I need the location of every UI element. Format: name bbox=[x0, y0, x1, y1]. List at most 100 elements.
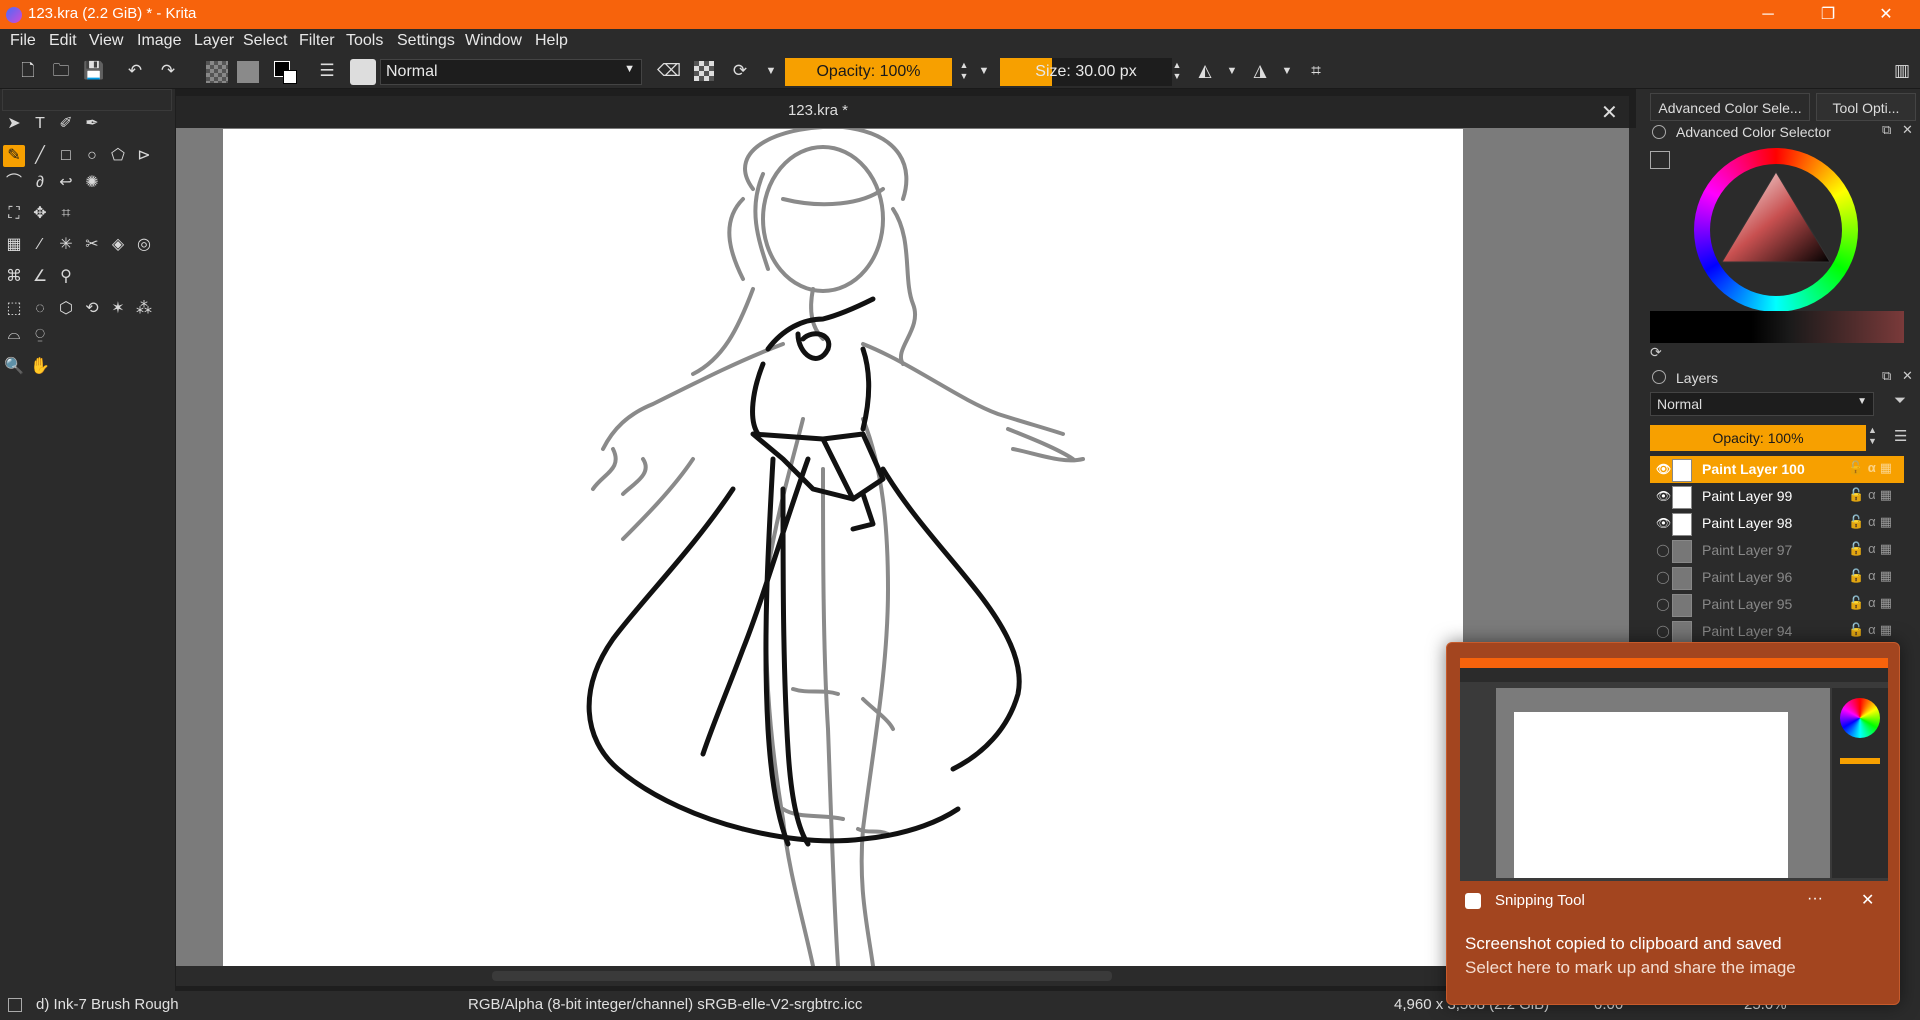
rectangle-tool-icon[interactable]: □ bbox=[55, 145, 77, 167]
chevron-down-icon[interactable]: ▼ bbox=[1276, 60, 1298, 82]
layer-flags-icon[interactable]: 🔓α▦ bbox=[1848, 622, 1896, 638]
opacity-stepper[interactable]: ▲ ▼ bbox=[953, 60, 975, 82]
freehand-path-icon[interactable]: ∂ bbox=[29, 172, 51, 194]
chevron-down-icon[interactable]: ▼ bbox=[760, 60, 782, 82]
layer-row[interactable]: 👁 Paint Layer 98 🔓α▦ bbox=[1650, 510, 1904, 537]
drawing-canvas[interactable] bbox=[223, 129, 1463, 966]
filter-icon[interactable]: ⏷ bbox=[1894, 392, 1906, 409]
polygon-tool-icon[interactable]: ⬠ bbox=[107, 145, 129, 167]
panel-lock-icon[interactable] bbox=[1652, 125, 1666, 139]
close-document-icon[interactable]: ✕ bbox=[1601, 100, 1618, 125]
redo-icon[interactable]: ↷ bbox=[157, 60, 179, 82]
layer-row[interactable]: ◯ Paint Layer 94 🔓α▦ bbox=[1650, 618, 1904, 645]
color-history-strip[interactable] bbox=[1650, 311, 1904, 343]
line-tool-icon[interactable]: ╱ bbox=[29, 145, 51, 167]
chevron-down-icon[interactable]: ▼ bbox=[1221, 60, 1243, 82]
menu-window[interactable]: Window bbox=[465, 32, 522, 50]
layers-menu-icon[interactable]: ☰ bbox=[1894, 427, 1907, 445]
measure-tool-icon[interactable]: ∠ bbox=[29, 266, 51, 288]
magic-wand-icon[interactable]: ✶ bbox=[107, 298, 129, 320]
close-panel-icon[interactable]: ✕ bbox=[1902, 122, 1913, 138]
colorize-mask-icon[interactable]: ✂ bbox=[81, 234, 103, 256]
layer-row[interactable]: 👁 Paint Layer 100 🔓α▦ bbox=[1650, 456, 1904, 483]
transform-tool-icon[interactable]: ⛶ bbox=[3, 203, 25, 225]
horizontal-scrollbar[interactable] bbox=[176, 966, 1629, 986]
hidden-eye-icon[interactable]: ◯ bbox=[1656, 624, 1670, 638]
tab-advanced-color[interactable]: Advanced Color Sele... bbox=[1650, 93, 1810, 121]
snipping-tool-notification[interactable]: Snipping Tool ··· ✕ Screenshot copied to… bbox=[1446, 642, 1900, 1005]
eraser-icon[interactable]: ⌫ bbox=[657, 60, 681, 82]
bezier-selection-icon[interactable]: ⌓ bbox=[3, 324, 25, 346]
more-options-button[interactable]: ··· bbox=[1807, 890, 1823, 908]
color-settings-icon[interactable] bbox=[1650, 151, 1670, 169]
layers-lock-icon[interactable] bbox=[1652, 370, 1666, 384]
hidden-eye-icon[interactable]: ◯ bbox=[1656, 570, 1670, 584]
menu-filter[interactable]: Filter bbox=[299, 32, 335, 50]
reference-tool-icon[interactable]: ⚲ bbox=[55, 266, 77, 288]
menu-settings[interactable]: Settings bbox=[397, 32, 455, 50]
undo-icon[interactable]: ↶ bbox=[124, 60, 146, 82]
dismiss-notification-button[interactable]: ✕ bbox=[1861, 890, 1874, 910]
dock-layout-icon[interactable]: ▥ bbox=[1891, 60, 1913, 82]
pattern-preset-icon[interactable] bbox=[237, 61, 259, 83]
layer-row[interactable]: 👁 Paint Layer 99 🔓α▦ bbox=[1650, 483, 1904, 510]
chevron-down-icon[interactable]: ▼ bbox=[973, 60, 995, 82]
close-panel-icon[interactable]: ✕ bbox=[1902, 368, 1913, 384]
brush-preset-status-icon[interactable] bbox=[8, 998, 22, 1012]
tab-tool-options[interactable]: Tool Opti... bbox=[1816, 93, 1916, 121]
layer-flags-icon[interactable]: 🔓α▦ bbox=[1848, 487, 1896, 503]
layer-flags-icon[interactable]: 🔓α▦ bbox=[1848, 460, 1896, 476]
open-folder-icon[interactable]: 🗀 bbox=[50, 60, 72, 82]
background-color-swatch[interactable] bbox=[283, 70, 297, 84]
dynamic-brush-icon[interactable]: ↩ bbox=[55, 172, 77, 194]
polygonal-selection-icon[interactable]: ⬡ bbox=[55, 298, 77, 320]
document-tab-title[interactable]: 123.kra * bbox=[176, 102, 1460, 119]
menu-layer[interactable]: Layer bbox=[194, 32, 234, 50]
layer-row[interactable]: ◯ Paint Layer 95 🔓α▦ bbox=[1650, 591, 1904, 618]
mirror-vertical-icon[interactable]: ◮ bbox=[1249, 60, 1271, 82]
hidden-eye-icon[interactable]: ◯ bbox=[1656, 597, 1670, 611]
size-stepper[interactable]: ▲ ▼ bbox=[1166, 60, 1188, 82]
wrap-around-icon[interactable]: ⌗ bbox=[1305, 60, 1327, 82]
move-tool-icon[interactable]: ✥ bbox=[29, 203, 51, 225]
maximize-button[interactable]: ❐ bbox=[1800, 0, 1856, 29]
multibrush-icon[interactable]: ✺ bbox=[81, 172, 103, 194]
brush-preset-icon[interactable] bbox=[350, 59, 376, 85]
blend-mode-select[interactable]: Normal ▼ bbox=[380, 59, 642, 85]
assistant-tool-icon[interactable]: ⌘ bbox=[3, 266, 25, 288]
freehand-selection-icon[interactable]: ⟲ bbox=[81, 298, 103, 320]
elliptical-selection-icon[interactable]: ◌ bbox=[29, 298, 51, 320]
fill-tool-icon[interactable]: ◈ bbox=[107, 234, 129, 256]
minimize-button[interactable]: ─ bbox=[1740, 0, 1796, 29]
float-panel-icon[interactable]: ⧉ bbox=[1882, 122, 1891, 138]
menu-image[interactable]: Image bbox=[137, 32, 181, 50]
zoom-tool-icon[interactable]: 🔍 bbox=[3, 356, 25, 378]
select-shapes-icon[interactable]: ➤ bbox=[3, 113, 25, 135]
brush-settings-icon[interactable]: ☰ bbox=[316, 60, 338, 82]
layer-opacity-slider[interactable]: Opacity: 100% bbox=[1650, 425, 1866, 451]
gradient-tool-icon[interactable]: ▦ bbox=[3, 234, 25, 256]
bezier-tool-icon[interactable]: ⌒ bbox=[3, 172, 25, 194]
layer-flags-icon[interactable]: 🔓α▦ bbox=[1848, 595, 1896, 611]
layer-row[interactable]: ◯ Paint Layer 97 🔓α▦ bbox=[1650, 537, 1904, 564]
enclose-fill-icon[interactable]: ◎ bbox=[133, 234, 155, 256]
save-icon[interactable]: 💾 bbox=[83, 60, 105, 82]
layer-flags-icon[interactable]: 🔓α▦ bbox=[1848, 514, 1896, 530]
calligraphy-icon[interactable]: ✒ bbox=[81, 113, 103, 135]
menu-tools[interactable]: Tools bbox=[346, 32, 383, 50]
color-picker-icon[interactable]: ⁄ bbox=[29, 234, 51, 256]
layer-opacity-stepper[interactable]: ▲ ▼ bbox=[1868, 425, 1877, 447]
reload-preset-icon[interactable]: ⟳ bbox=[729, 60, 751, 82]
mirror-horizontal-icon[interactable]: ◭ bbox=[1194, 60, 1216, 82]
size-slider[interactable]: Size: 30.00 px bbox=[1000, 58, 1172, 86]
gradient-preset-icon[interactable] bbox=[206, 61, 228, 83]
layer-flags-icon[interactable]: 🔓α▦ bbox=[1848, 541, 1896, 557]
opacity-slider[interactable]: Opacity: 100% bbox=[785, 58, 952, 86]
text-tool-icon[interactable]: T bbox=[29, 113, 51, 135]
menu-select[interactable]: Select bbox=[243, 32, 287, 50]
menu-help[interactable]: Help bbox=[535, 32, 568, 50]
menu-edit[interactable]: Edit bbox=[49, 32, 77, 50]
new-document-icon[interactable]: 🗋 bbox=[17, 60, 39, 82]
menu-view[interactable]: View bbox=[89, 32, 123, 50]
close-window-button[interactable]: ✕ bbox=[1858, 0, 1914, 29]
